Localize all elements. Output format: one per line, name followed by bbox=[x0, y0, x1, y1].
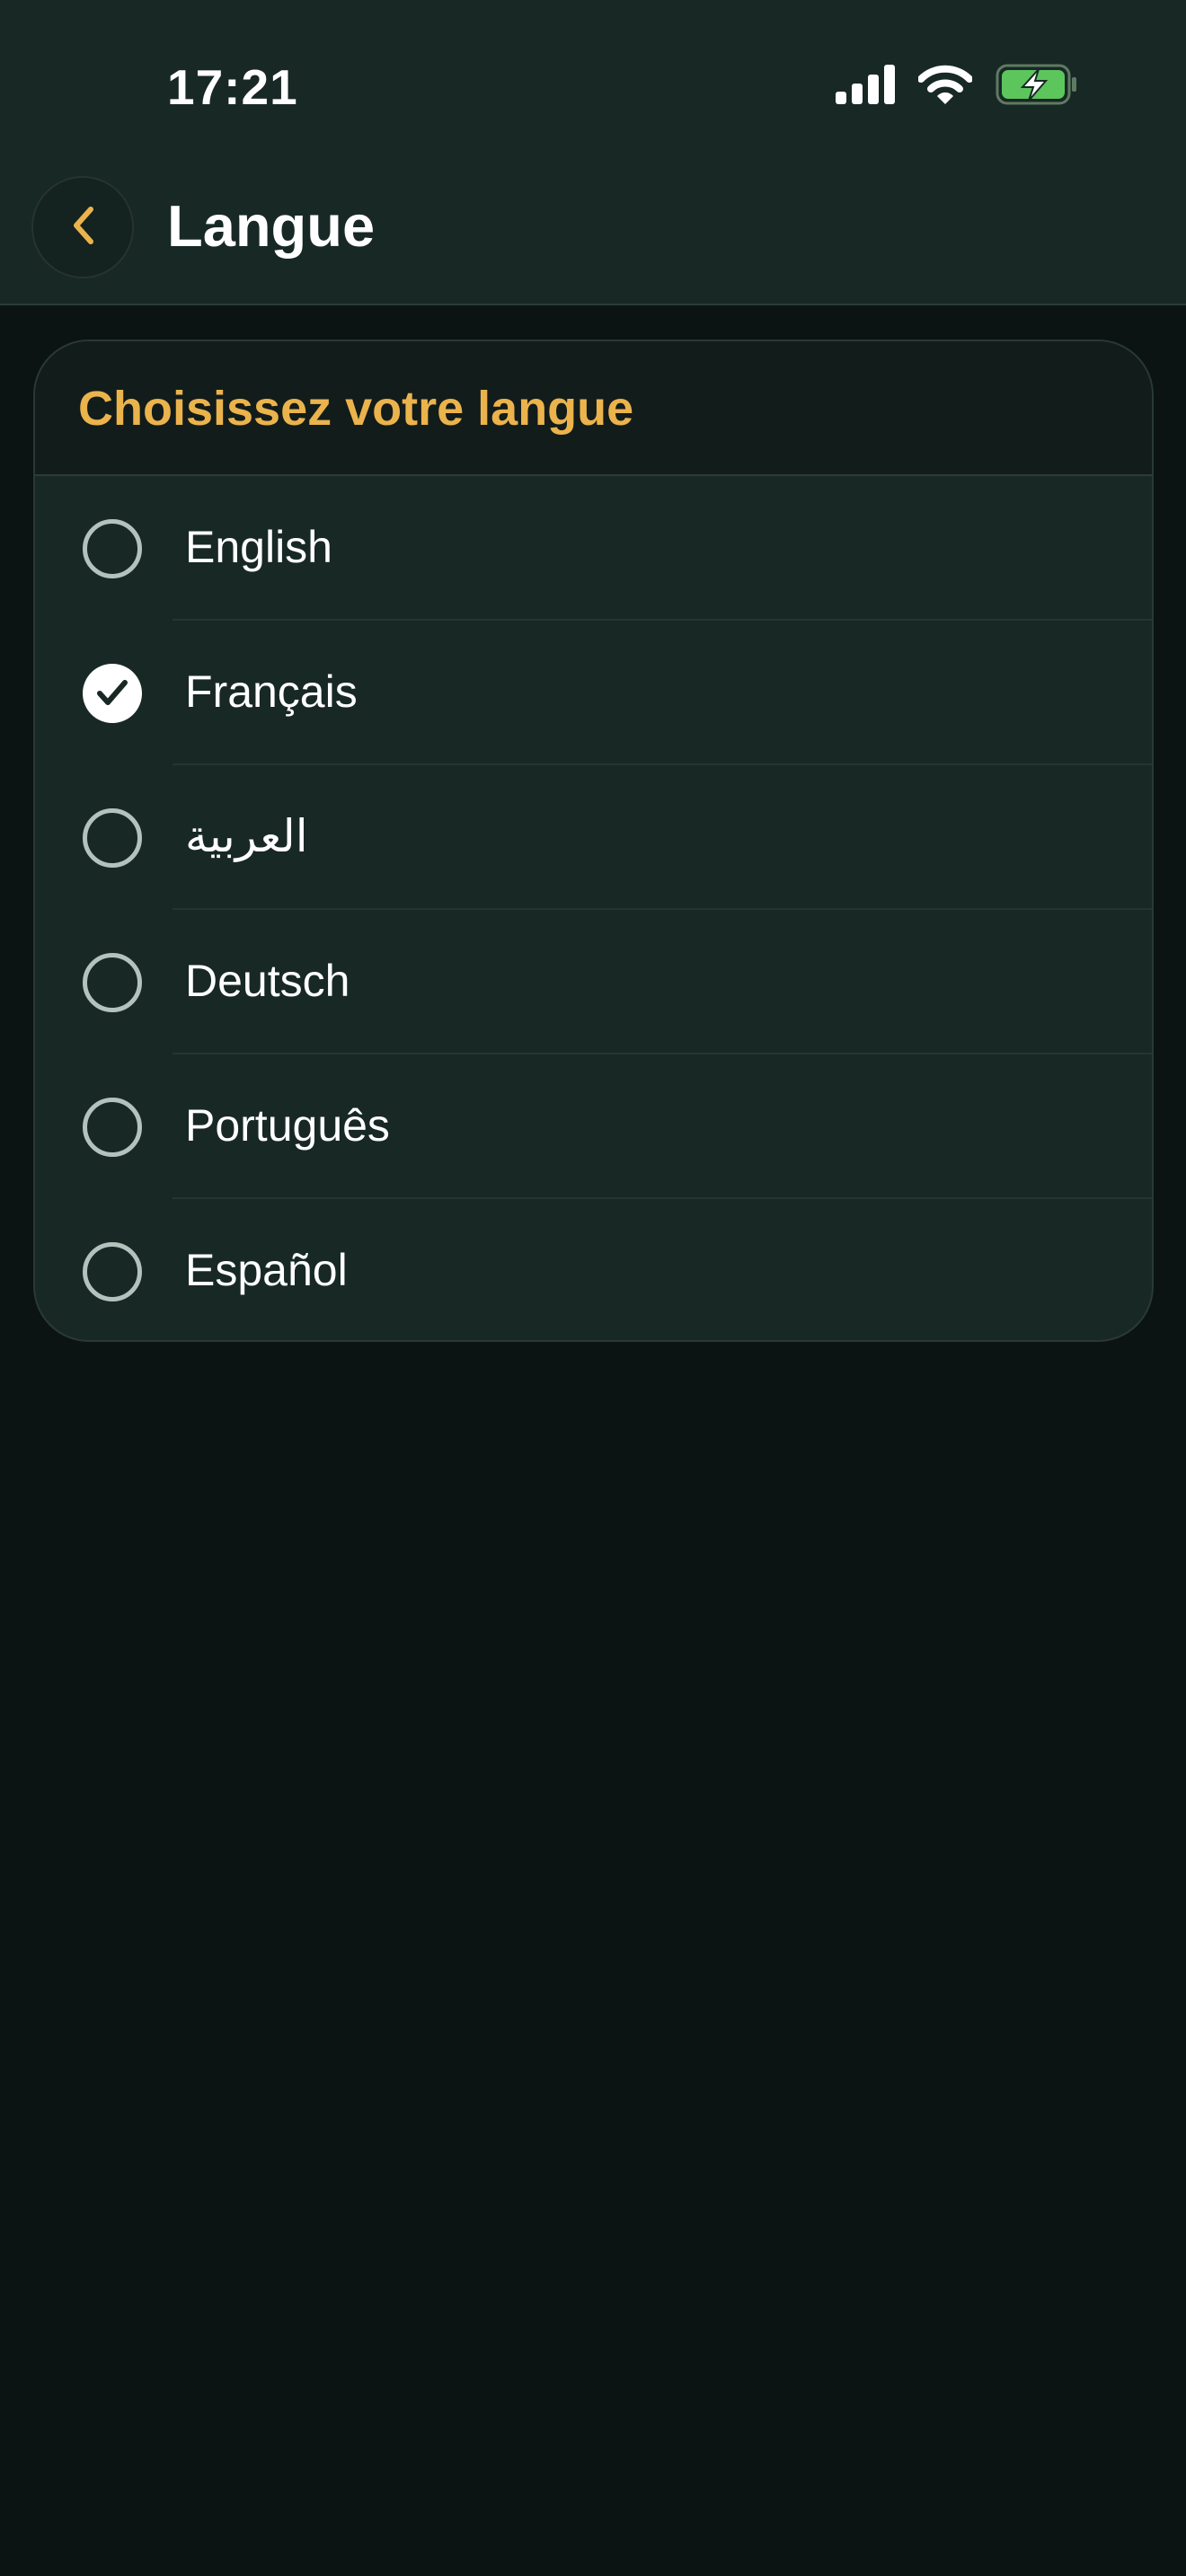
language-option-label: Português bbox=[185, 1100, 390, 1151]
language-card-title: Choisissez votre langue bbox=[78, 382, 634, 436]
back-button[interactable] bbox=[31, 176, 134, 278]
cellular-signal-icon bbox=[836, 64, 895, 109]
language-option-label: Français bbox=[185, 666, 358, 717]
language-list: English Français العربية Deutsch Portugu bbox=[35, 476, 1152, 1340]
language-option-label: Español bbox=[185, 1245, 348, 1295]
page-title: Langue bbox=[167, 193, 376, 259]
radio-checked-icon[interactable] bbox=[83, 664, 142, 723]
language-card: Choisissez votre langue English Français… bbox=[33, 340, 1154, 1342]
language-option-portuguese[interactable]: Português bbox=[35, 1054, 1152, 1199]
language-card-header: Choisissez votre langue bbox=[35, 341, 1152, 476]
language-option-arabic[interactable]: العربية bbox=[35, 765, 1152, 910]
language-option-label: العربية bbox=[185, 811, 308, 861]
language-option-english[interactable]: English bbox=[35, 476, 1152, 621]
chevron-left-icon bbox=[69, 204, 96, 251]
language-option-german[interactable]: Deutsch bbox=[35, 910, 1152, 1054]
radio-unchecked-icon[interactable] bbox=[83, 1098, 142, 1157]
radio-unchecked-icon[interactable] bbox=[83, 808, 142, 868]
radio-unchecked-icon[interactable] bbox=[83, 1242, 142, 1301]
wifi-icon bbox=[917, 64, 973, 110]
navigation-header: 17:21 Langue bbox=[0, 0, 1186, 305]
battery-charging-icon bbox=[996, 64, 1078, 110]
radio-unchecked-icon[interactable] bbox=[83, 953, 142, 1012]
radio-unchecked-icon[interactable] bbox=[83, 519, 142, 578]
language-option-spanish[interactable]: Español bbox=[35, 1199, 1152, 1340]
language-option-label: Deutsch bbox=[185, 956, 350, 1006]
status-icons bbox=[836, 61, 1078, 111]
language-option-label: English bbox=[185, 522, 332, 572]
status-time: 17:21 bbox=[167, 59, 298, 115]
language-option-french[interactable]: Français bbox=[35, 621, 1152, 765]
